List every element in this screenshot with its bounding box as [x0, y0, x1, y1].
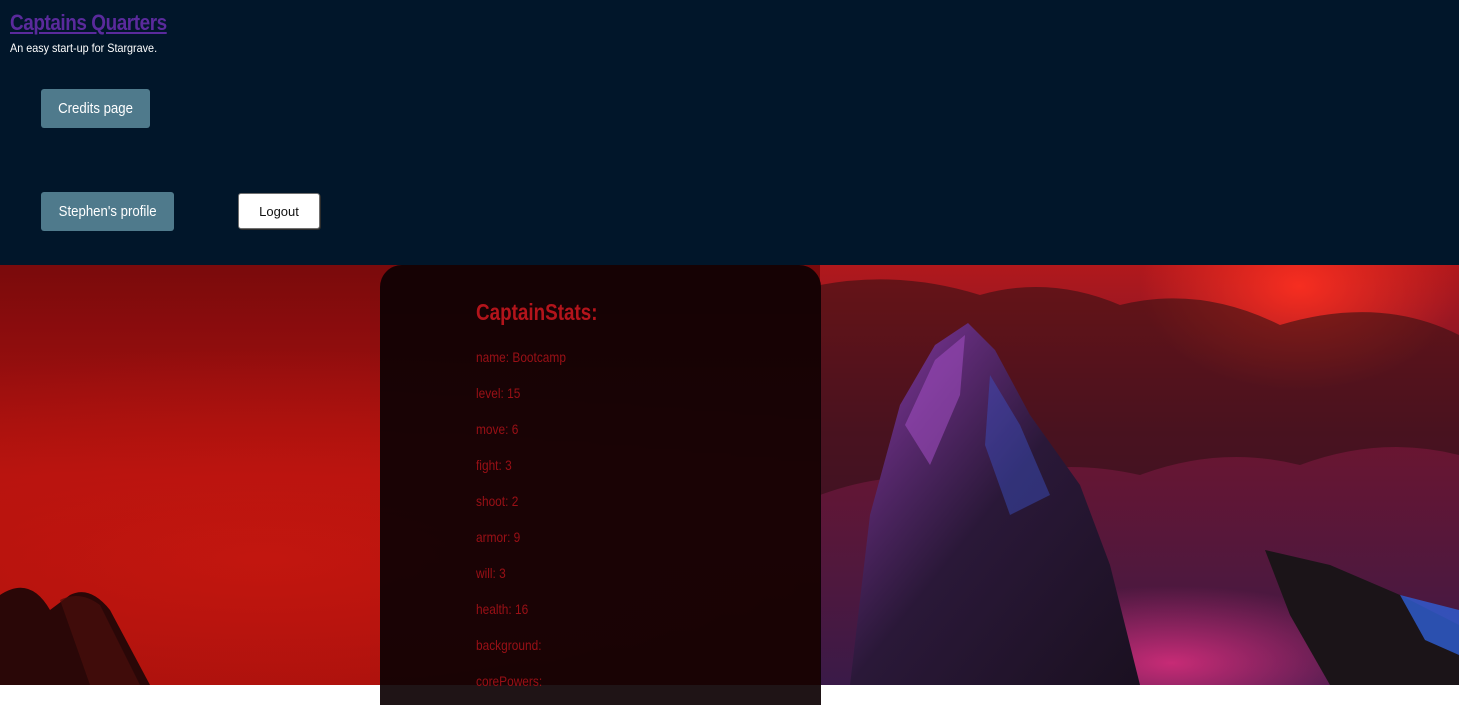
site-tagline: An easy start-up for Stargrave. — [10, 41, 158, 55]
captain-stats-panel: CaptainStats: name: Bootcamp level: 15 m… — [380, 265, 821, 705]
profile-button[interactable]: Stephen's profile — [41, 192, 174, 231]
stat-armor: armor: 9 — [476, 529, 521, 545]
stat-health: health: 16 — [476, 601, 529, 617]
stat-move: move: 6 — [476, 421, 519, 437]
stat-core-powers: corePowers: — [476, 673, 543, 689]
logout-button[interactable]: Logout — [238, 193, 320, 229]
credits-page-button[interactable]: Credits page — [41, 89, 150, 128]
profile-label: Stephen's profile — [58, 203, 157, 220]
credits-page-label: Credits page — [58, 100, 133, 117]
site-header: Captains Quarters An easy start-up for S… — [0, 0, 1459, 265]
stat-fight: fight: 3 — [476, 457, 512, 473]
stat-shoot: shoot: 2 — [476, 493, 519, 509]
stat-background: background: — [476, 637, 542, 653]
stat-level: level: 15 — [476, 385, 521, 401]
site-title-link[interactable]: Captains Quarters — [10, 10, 167, 36]
captain-stats-heading: CaptainStats: — [476, 299, 598, 325]
stat-will: will: 3 — [476, 565, 506, 581]
stat-name: name: Bootcamp — [476, 349, 566, 365]
